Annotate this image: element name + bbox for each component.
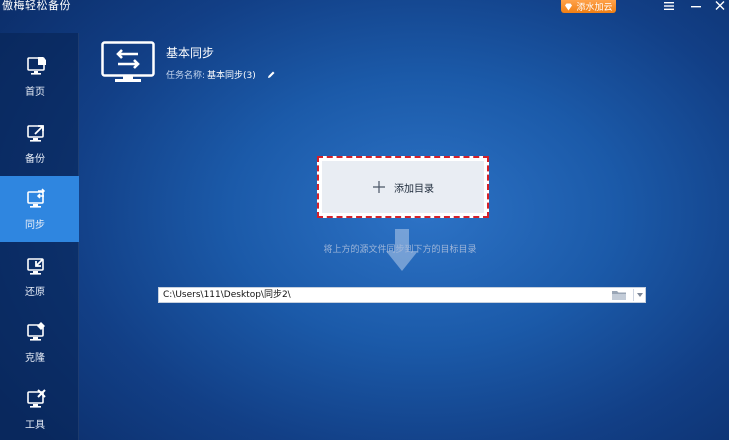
add-directory-label: 添加目录 bbox=[394, 183, 434, 195]
menu-icon[interactable] bbox=[662, 0, 676, 12]
task-name-label: 任务名称: bbox=[166, 71, 206, 81]
sidebar-item-tools[interactable]: 工具 bbox=[0, 376, 79, 440]
task-name-value: 基本同步(3) bbox=[207, 71, 256, 81]
sidebar-item-backup[interactable]: 备份 bbox=[0, 110, 79, 176]
page-title: 基本同步 bbox=[166, 46, 215, 60]
destination-path-field[interactable] bbox=[158, 287, 646, 303]
sidebar-item-home[interactable]: 首页 bbox=[0, 43, 79, 109]
monitor-home-icon bbox=[27, 57, 46, 75]
add-directory-inner: 添加目录 bbox=[322, 161, 484, 213]
title-bar: 傲梅轻松备份 添水加云 bbox=[0, 0, 729, 14]
sidebar: 首页 备份 同步 还原 克隆 工具 bbox=[0, 33, 79, 440]
sync-hint: 将上方的源文件同步到下方的目标目录 bbox=[323, 245, 477, 255]
sidebar-item-sync[interactable]: 同步 bbox=[0, 176, 79, 242]
dropdown-separator bbox=[633, 289, 634, 301]
sidebar-item-label: 还原 bbox=[25, 287, 45, 298]
app-window: 傲梅轻松备份 添水加云 首页 备份 同步 还原 克隆 工具 基本同步 任务名称:… bbox=[0, 0, 729, 440]
sidebar-item-clone[interactable]: 克隆 bbox=[0, 309, 79, 375]
monitor-restore-icon bbox=[27, 258, 44, 275]
monitor-clone-icon bbox=[27, 322, 45, 341]
chevron-down-icon[interactable] bbox=[636, 292, 644, 298]
add-directory-button[interactable]: 添加目录 bbox=[317, 156, 489, 218]
sidebar-item-restore[interactable]: 还原 bbox=[0, 243, 79, 309]
close-icon[interactable] bbox=[713, 0, 727, 12]
monitor-tools-icon bbox=[27, 389, 46, 408]
sidebar-item-label: 克隆 bbox=[25, 353, 45, 364]
destination-path-input[interactable] bbox=[159, 288, 605, 302]
sidebar-item-label: 备份 bbox=[25, 154, 45, 165]
monitor-sync-icon bbox=[27, 188, 46, 208]
pencil-icon[interactable] bbox=[266, 70, 276, 80]
sidebar-item-label: 同步 bbox=[25, 220, 45, 231]
diamond-icon bbox=[565, 3, 573, 10]
sidebar-item-label: 首页 bbox=[25, 87, 45, 98]
app-title: 傲梅轻松备份 bbox=[2, 0, 71, 12]
plus-icon bbox=[373, 181, 385, 193]
task-name-row: 任务名称: 基本同步(3) bbox=[166, 68, 276, 81]
sidebar-item-label: 工具 bbox=[25, 420, 45, 431]
folder-icon[interactable] bbox=[611, 289, 627, 301]
upgrade-label: 添水加云 bbox=[576, 3, 613, 13]
sync-monitor-icon bbox=[101, 41, 155, 82]
minimize-icon[interactable] bbox=[689, 0, 703, 12]
upgrade-button[interactable]: 添水加云 bbox=[561, 0, 616, 13]
monitor-export-icon bbox=[27, 125, 44, 142]
